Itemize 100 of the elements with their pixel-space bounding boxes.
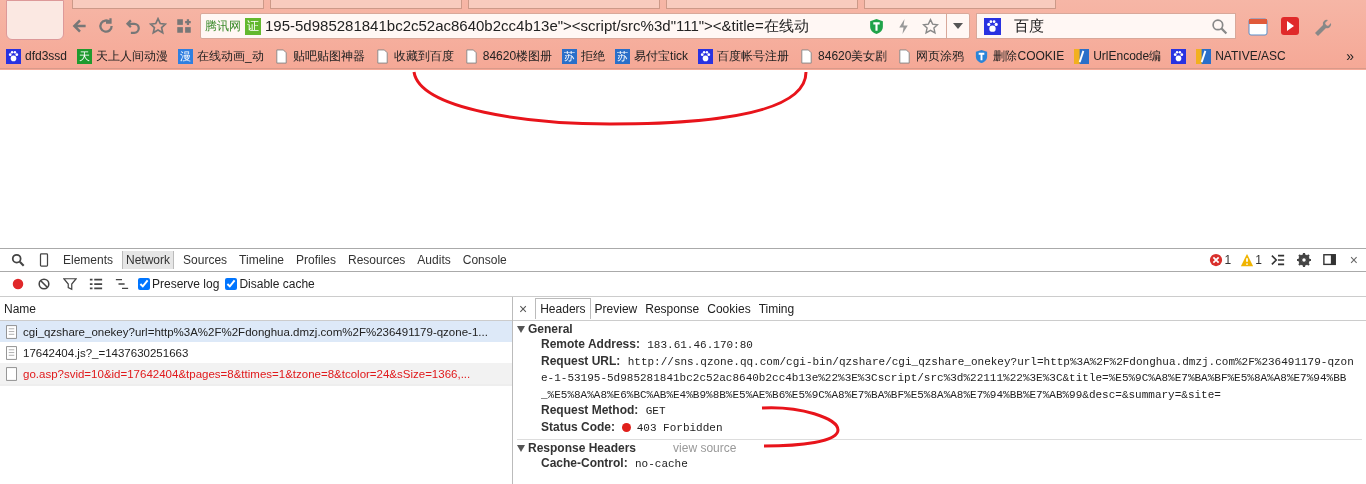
triangle-icon: [517, 325, 525, 333]
waterfall-icon[interactable]: [115, 277, 129, 291]
bookmark-label: 贴吧贴图神器: [292, 47, 365, 65]
bookmark-label: 84620楼图册: [482, 47, 553, 65]
error-icon[interactable]: [1209, 253, 1224, 267]
back-icon[interactable]: [71, 17, 89, 35]
close-button[interactable]: ×: [1349, 252, 1358, 268]
panel-tab[interactable]: Profiles: [293, 251, 339, 269]
detail-tab[interactable]: Response: [641, 298, 704, 319]
search-icon[interactable]: [11, 253, 25, 267]
bookmark[interactable]: dfd3ssd: [6, 48, 68, 64]
panel-tab[interactable]: Resources: [345, 251, 409, 269]
panel-tab[interactable]: Timeline: [236, 251, 287, 269]
paw-icon: [1171, 48, 1187, 64]
request-row[interactable]: cgi_qzshare_onekey?url=http%3A%2F%2Fdonghua.dmzj.com%2F%236491179-qzone-1...: [0, 321, 512, 342]
dock-icon[interactable]: [1322, 253, 1337, 267]
panel-tab[interactable]: Console: [459, 251, 510, 269]
bookmark[interactable]: 网页涂鸦: [897, 47, 965, 65]
bookmark-label: 删除COOKIE: [993, 47, 1065, 65]
warning-icon[interactable]: [1240, 253, 1255, 267]
search-field[interactable]: 百度: [976, 13, 1236, 39]
bookmark[interactable]: 84620美女剧: [799, 47, 888, 65]
file-icon: [6, 324, 17, 339]
panel-tab[interactable]: Sources: [180, 251, 231, 269]
header-row-text: Remote Address: 183.61.46.170:80: [540, 337, 754, 353]
bookmark[interactable]: 天 天上人间动漫: [77, 47, 169, 65]
request-row[interactable]: 17642404.js?_=1437630251663: [0, 342, 512, 363]
bookmark[interactable]: NATIVE/ASC: [1196, 48, 1286, 64]
bookmark-label: UrlEncode编: [1093, 47, 1162, 65]
file-icon: [6, 345, 17, 360]
checkbox-label[interactable]: Disable cache: [239, 277, 315, 291]
file-icon: [6, 366, 17, 381]
url-text: 195-5d985281841bc2c52ac8640b2cc4b13e"><script/src%3d"111"><&title=在线动: [265, 16, 809, 36]
bookmark[interactable]: 苏 易付宝tick: [615, 47, 689, 65]
translate-icon[interactable]: [1248, 16, 1268, 36]
page-icon: [897, 48, 913, 64]
bookmark-label: 84620美女剧: [818, 47, 888, 65]
shield-icon: [974, 48, 990, 64]
column-header[interactable]: Name: [4, 301, 36, 316]
panel-tab[interactable]: Audits: [414, 251, 454, 269]
bookmark-label: 拒绝: [581, 47, 606, 65]
bookmark[interactable]: 贴吧贴图神器: [273, 47, 365, 65]
star-icon[interactable]: [922, 17, 939, 35]
section-title[interactable]: Response Headers: [528, 441, 637, 455]
address-field[interactable]: 腾讯网 证 195-5d985281841bc2c52ac8640b2cc4b13e"><script/src%3d"111"><&title=在线动: [200, 13, 970, 39]
star-icon[interactable]: [149, 17, 167, 35]
certificate-mark: 证: [245, 17, 261, 35]
header-row-text: Status Code: 403 Forbidden: [540, 419, 724, 436]
checkbox-label[interactable]: Preserve log: [152, 277, 220, 291]
detail-tab[interactable]: Cookies: [703, 298, 755, 319]
request-row[interactable]: go.asp?svid=10&id=17642404&tpages=8&ttimes=1&tzone=8&tcolor=24&sSize=1366,...: [0, 363, 512, 384]
section-title[interactable]: General: [528, 322, 573, 336]
play-icon[interactable]: [1280, 16, 1300, 36]
page-icon: [273, 48, 289, 64]
checkbox[interactable]: [138, 278, 150, 290]
settings-icon[interactable]: [1296, 253, 1311, 267]
detail-tab[interactable]: Timing: [754, 298, 799, 319]
bookmark[interactable]: 苏 拒绝: [562, 47, 606, 65]
more-bookmarks-button[interactable]: »: [1346, 48, 1354, 64]
avatar: [6, 0, 64, 40]
glyph-icon: 苏: [562, 48, 578, 64]
error-count[interactable]: 1: [1224, 253, 1232, 267]
triangle-icon: [517, 444, 525, 452]
reload-icon[interactable]: [97, 17, 115, 35]
mobile-device-icon[interactable]: [37, 253, 51, 267]
shield-icon[interactable]: [868, 17, 885, 35]
undo-icon[interactable]: [123, 17, 141, 35]
bookmark-label: 百度帐号注册: [717, 47, 790, 65]
clear-icon[interactable]: [37, 277, 51, 291]
panel-tab[interactable]: Elements: [60, 251, 117, 269]
bookmark[interactable]: 删除COOKIE: [974, 47, 1065, 65]
list-view-icon[interactable]: [89, 277, 103, 291]
split-square-icon: [1074, 48, 1090, 64]
warning-count[interactable]: 1: [1255, 253, 1262, 267]
bookmark[interactable]: 百度帐号注册: [698, 47, 790, 65]
panel-tab[interactable]: Network: [122, 251, 175, 269]
bookmark[interactable]: 收藏到百度: [374, 47, 454, 65]
detail-tab[interactable]: Headers: [535, 298, 591, 319]
glyph-icon: 天: [77, 48, 93, 64]
bookmark[interactable]: 84620楼图册: [463, 47, 553, 65]
filter-icon[interactable]: [63, 277, 77, 291]
apps-icon[interactable]: [175, 17, 193, 35]
record-button[interactable]: [11, 277, 25, 291]
bookmark-label: NATIVE/ASC: [1215, 49, 1286, 63]
close-button[interactable]: ×: [519, 300, 528, 317]
bookmark-label: 天上人间动漫: [96, 47, 169, 65]
site-label: 腾讯网: [205, 17, 241, 35]
console-drawer-icon[interactable]: [1270, 253, 1285, 267]
paw-icon: [6, 48, 21, 64]
bookmark-label: 网页涂鸦: [916, 47, 965, 65]
checkbox[interactable]: [225, 278, 238, 290]
glyph-icon: 漫: [178, 48, 194, 64]
bookmark-label: 收藏到百度: [393, 47, 454, 65]
bookmark[interactable]: UrlEncode编: [1074, 47, 1162, 65]
detail-tab[interactable]: Preview: [590, 298, 642, 319]
bookmark[interactable]: [1171, 48, 1187, 64]
glyph-icon: 苏: [615, 48, 631, 64]
page-icon: [799, 48, 815, 64]
bookmark[interactable]: 漫 在线动画_动: [178, 47, 264, 65]
paw-icon: [984, 17, 1001, 35]
